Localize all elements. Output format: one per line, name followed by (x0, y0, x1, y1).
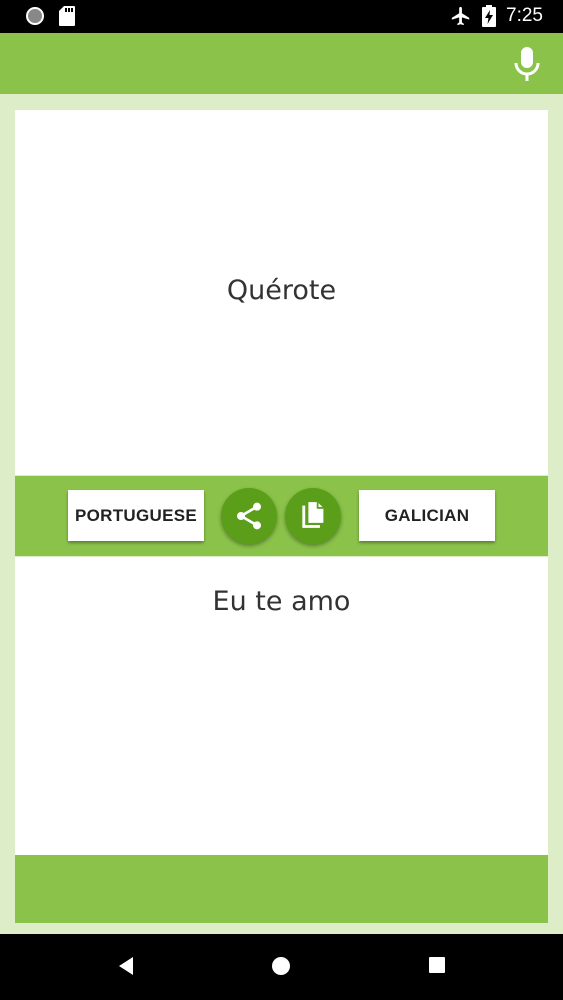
airplane-mode-icon (451, 6, 470, 26)
circle-notification-icon (26, 7, 44, 25)
copy-icon (302, 502, 324, 528)
source-text: Quérote (226, 275, 337, 306)
footer-bar (15, 855, 548, 923)
microphone-icon[interactable] (513, 47, 541, 81)
translated-text: Eu te amo (212, 586, 351, 617)
app-bar (0, 33, 563, 94)
source-language-button[interactable]: PORTUGUESE (68, 490, 204, 541)
clock: 7:25 (506, 5, 543, 26)
sd-card-icon (59, 6, 75, 26)
home-icon[interactable] (271, 956, 291, 976)
copy-button[interactable] (285, 488, 341, 544)
language-toolbar: PORTUGUESE GALICIAN (15, 476, 548, 556)
status-bar: 7:25 (0, 0, 563, 33)
navigation-bar (0, 934, 563, 1000)
source-text-card[interactable]: Quérote (15, 110, 548, 475)
share-icon (237, 502, 261, 530)
share-button[interactable] (221, 488, 277, 544)
battery-charging-icon (482, 5, 497, 27)
recents-icon[interactable] (428, 956, 446, 974)
target-language-button[interactable]: GALICIAN (359, 490, 495, 541)
target-text-card[interactable]: Eu te amo (15, 557, 548, 855)
back-icon[interactable] (116, 956, 136, 976)
